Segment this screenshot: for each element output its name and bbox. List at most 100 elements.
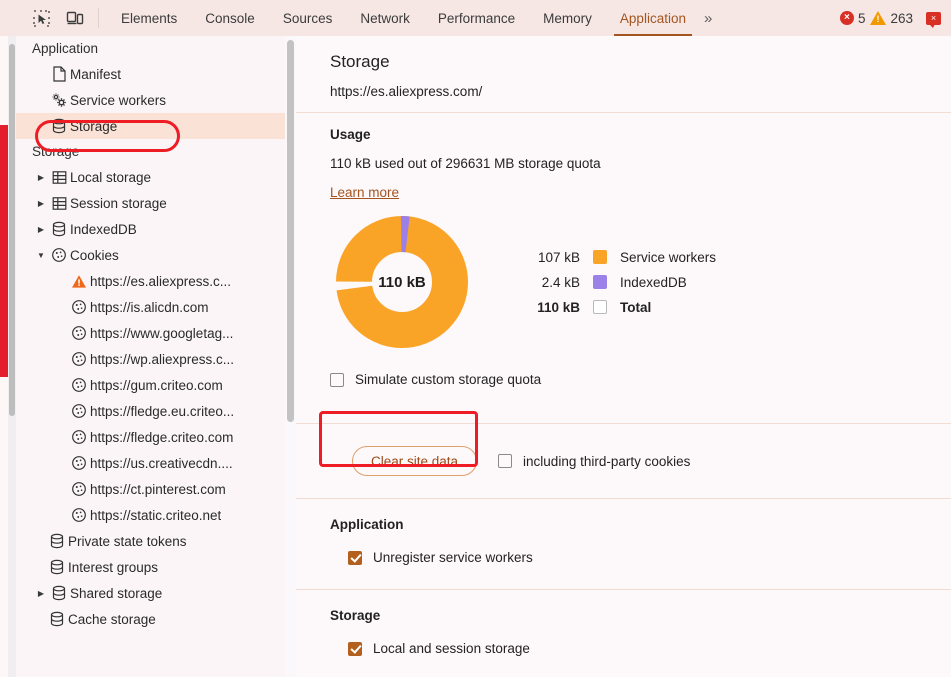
sidebar-item-shared-storage[interactable]: ▶ Shared storage	[16, 580, 296, 606]
database-icon	[46, 611, 68, 627]
chevron-down-icon[interactable]: ▼	[34, 251, 48, 260]
sidebar-item-storage[interactable]: ▶ Storage	[16, 113, 296, 139]
cookie-icon	[68, 377, 90, 393]
sidebar-item-session-storage[interactable]: ▶ Session storage	[16, 190, 296, 216]
more-tabs-icon[interactable]: »	[700, 0, 720, 36]
sidebar-item-label: Private state tokens	[68, 533, 187, 549]
third-party-cookies-checkbox[interactable]	[498, 454, 513, 468]
clear-site-data-button[interactable]: Clear site data	[352, 446, 478, 476]
database-icon	[46, 533, 68, 549]
tab-memory[interactable]: Memory	[529, 0, 606, 36]
gear-icon	[48, 92, 70, 108]
tab-label: Sources	[282, 10, 333, 26]
cookie-icon	[68, 429, 90, 445]
tab-performance[interactable]: Performance	[424, 0, 529, 36]
legend-label: IndexedDB	[620, 274, 687, 290]
database-icon	[46, 559, 68, 575]
sidebar-item-cookie-domain[interactable]: https://is.alicdn.com	[16, 294, 296, 320]
sidebar-scrollbar-thumb[interactable]	[287, 40, 294, 422]
device-toolbar-icon[interactable]	[58, 0, 92, 36]
sidebar-item-cookie-domain[interactable]: https://ct.pinterest.com	[16, 476, 296, 502]
cookie-icon	[68, 507, 90, 523]
chevron-right-icon[interactable]: ▶	[34, 589, 48, 598]
sidebar-item-cookie-domain[interactable]: https://fledge.criteo.com	[16, 424, 296, 450]
sidebar-item-cookie-domain[interactable]: https://static.criteo.net	[16, 502, 296, 528]
table-icon	[48, 170, 70, 185]
cookie-icon	[68, 403, 90, 419]
tab-label: Network	[360, 10, 410, 26]
third-party-cookies-row[interactable]: including third-party cookies	[498, 454, 690, 469]
sidebar-section-storage: Storage	[32, 144, 80, 159]
legend-label: Total	[620, 299, 652, 315]
learn-more-link[interactable]: Learn more	[330, 185, 399, 200]
sidebar-item-indexeddb[interactable]: ▶ IndexedDB	[16, 216, 296, 242]
legend-value: 110 kB	[537, 299, 580, 315]
sidebar-item-cookie-domain[interactable]: https://es.aliexpress.c...	[16, 268, 296, 294]
tab-console[interactable]: Console	[191, 0, 269, 36]
document-icon	[48, 66, 70, 82]
legend-swatch	[593, 300, 607, 314]
sidebar-item-private-state-tokens[interactable]: Private state tokens	[16, 528, 296, 554]
unregister-sw-row[interactable]: Unregister service workers	[348, 550, 951, 565]
cookie-icon	[68, 325, 90, 341]
inspect-element-icon[interactable]	[24, 0, 58, 36]
tab-network[interactable]: Network	[346, 0, 424, 36]
application-section-heading: Application	[330, 517, 404, 532]
tab-application[interactable]: Application	[606, 0, 700, 36]
unregister-sw-checkbox[interactable]	[348, 550, 362, 565]
outer-scrollbar-thumb[interactable]	[9, 44, 15, 416]
sidebar-scrollbar[interactable]	[285, 36, 296, 677]
sidebar-item-cookie-domain[interactable]: https://www.googletag...	[16, 320, 296, 346]
sidebar-item-cookie-domain[interactable]: https://wp.aliexpress.c...	[16, 346, 296, 372]
message-badge-icon[interactable]: ×	[926, 11, 941, 28]
storage-panel: Storage https://es.aliexpress.com/ Usage…	[296, 36, 951, 677]
usage-donut-chart: 110 kB	[334, 214, 470, 350]
local-session-storage-checkbox[interactable]	[348, 641, 362, 656]
sidebar-item-local-storage[interactable]: ▶ Local storage	[16, 164, 296, 190]
sidebar-section-application: Application	[32, 41, 99, 56]
error-badge[interactable]: × 5	[839, 10, 866, 26]
simulate-quota-label: Simulate custom storage quota	[355, 372, 542, 387]
warning-count: 263	[890, 10, 913, 26]
sidebar-item-cookie-domain[interactable]: https://gum.criteo.com	[16, 372, 296, 398]
sidebar-item-cookie-domain[interactable]: https://fledge.eu.criteo...	[16, 398, 296, 424]
legend-row: 2.4 kB IndexedDB	[520, 270, 716, 295]
tab-elements[interactable]: Elements	[107, 0, 191, 36]
error-count: 5	[857, 10, 866, 26]
storage-panel-header: Storage https://es.aliexpress.com/	[296, 36, 951, 99]
cookie-icon	[48, 247, 70, 263]
sidebar-item-label: https://fledge.eu.criteo...	[90, 403, 235, 419]
outer-scrollbar[interactable]	[8, 36, 16, 677]
chevron-right-icon[interactable]: ▶	[34, 225, 48, 234]
sidebar-item-cookies[interactable]: ▼ Cookies	[16, 242, 296, 268]
simulate-quota-row[interactable]: Simulate custom storage quota	[330, 372, 951, 387]
tab-label: Elements	[121, 10, 178, 26]
toolbar-divider	[98, 8, 99, 28]
sidebar-item-label: https://fledge.criteo.com	[90, 429, 234, 445]
warning-badge[interactable]: 263	[870, 11, 913, 26]
tab-sources[interactable]: Sources	[269, 0, 347, 36]
sidebar-item-label: Manifest	[70, 66, 122, 82]
origin-url: https://es.aliexpress.com/	[330, 84, 483, 99]
tab-label: Console	[205, 10, 255, 26]
sidebar-item-label: IndexedDB	[70, 221, 137, 237]
page-title: Storage	[330, 52, 390, 71]
sidebar-item-manifest[interactable]: ▶ Manifest	[16, 61, 296, 87]
simulate-quota-checkbox[interactable]	[330, 372, 344, 387]
chevron-double-right-icon: »	[703, 9, 713, 27]
local-session-storage-row[interactable]: Local and session storage	[348, 641, 951, 656]
sidebar-item-cookie-domain[interactable]: https://us.creativecdn....	[16, 450, 296, 476]
chevron-right-icon[interactable]: ▶	[34, 199, 48, 208]
sidebar-item-label: https://us.creativecdn....	[90, 455, 233, 471]
legend-value: 107 kB	[537, 249, 580, 265]
local-session-storage-label: Local and session storage	[373, 641, 530, 656]
tab-label: Application	[619, 10, 686, 26]
chevron-right-icon[interactable]: ▶	[34, 173, 48, 182]
sidebar-item-service-workers[interactable]: ▶ Service workers	[16, 87, 296, 113]
sidebar-item-label: https://gum.criteo.com	[90, 377, 223, 393]
third-party-cookies-label: including third-party cookies	[523, 453, 691, 469]
sidebar-item-label: Session storage	[70, 195, 167, 211]
sidebar-item-interest-groups[interactable]: Interest groups	[16, 554, 296, 580]
sidebar-item-label: Service workers	[70, 92, 167, 108]
sidebar-item-cache-storage[interactable]: Cache storage	[16, 606, 296, 632]
